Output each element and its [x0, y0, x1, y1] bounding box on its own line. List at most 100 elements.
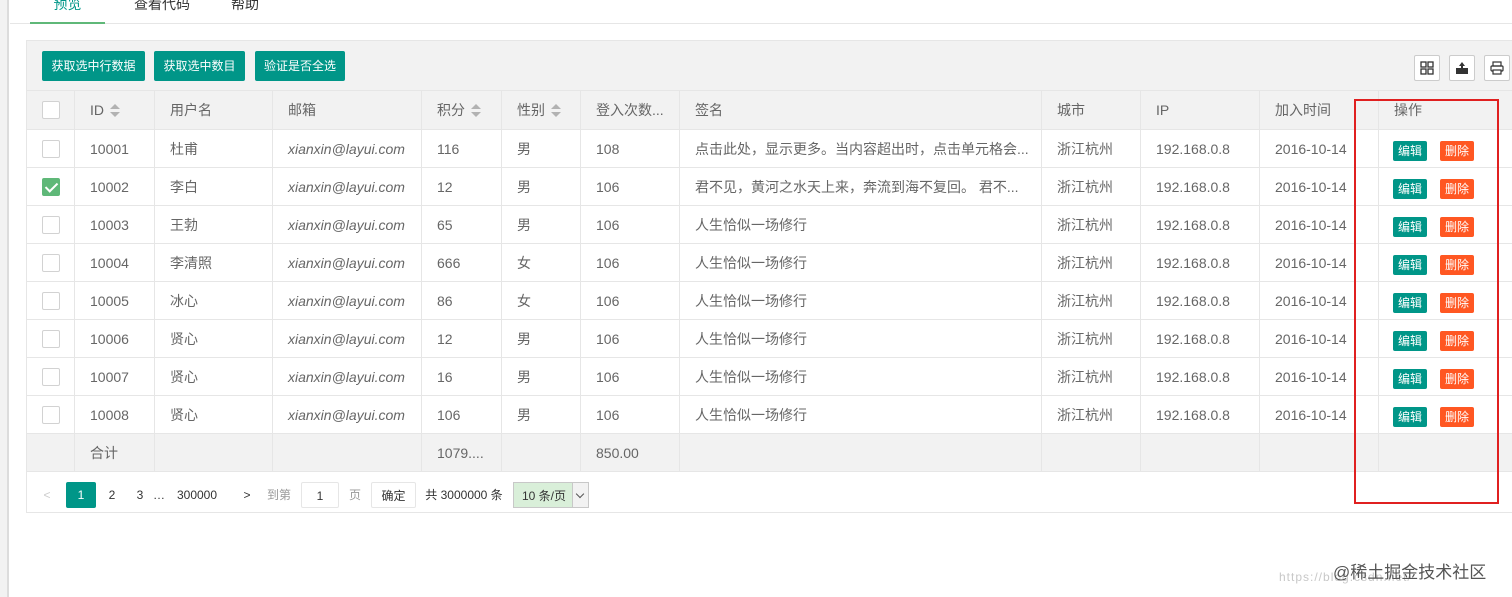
row-checkbox[interactable]	[42, 292, 60, 310]
cell-sex: 女	[502, 282, 581, 319]
header-sex-label: 性别	[517, 102, 545, 118]
goto-page-input[interactable]: 1	[301, 482, 339, 508]
cell-score: 16	[422, 358, 502, 395]
cell-id: 10001	[75, 130, 155, 167]
next-page-button[interactable]: >	[237, 482, 257, 508]
cell-sign[interactable]: 人生恰似一场修行	[680, 206, 1042, 243]
table-row[interactable]: 10005 冰心 xianxin@layui.com 86 女 106 人生恰似…	[27, 282, 1512, 320]
cell-logins: 108	[581, 130, 680, 167]
pagination: < 1 2 3 … 300000 > 到第 1 页 确定 共 3000000 条…	[27, 473, 1512, 513]
cell-score: 116	[422, 130, 502, 167]
header-email: 邮箱	[273, 91, 422, 129]
export-icon[interactable]	[1449, 55, 1475, 81]
cell-email: xianxin@layui.com	[273, 244, 422, 281]
cell-email: xianxin@layui.com	[273, 130, 422, 167]
header-id[interactable]: ID	[75, 91, 155, 129]
table-row[interactable]: 10008 贤心 xianxin@layui.com 106 男 106 人生恰…	[27, 396, 1512, 434]
header-logins: 登入次数...	[581, 91, 680, 129]
page-2-button[interactable]: 2	[101, 482, 123, 508]
goto-suffix-label: 页	[348, 488, 361, 502]
cell-sign[interactable]: 人生恰似一场修行	[680, 244, 1042, 281]
table-row[interactable]: 10003 王勃 xianxin@layui.com 65 男 106 人生恰似…	[27, 206, 1512, 244]
page-3-button[interactable]: 3	[129, 482, 151, 508]
cell-ip: 192.168.0.8	[1141, 282, 1260, 319]
cell-ip: 192.168.0.8	[1141, 396, 1260, 433]
cell-sign[interactable]: 君不见，黄河之水天上来，奔流到海不复回。 君不...	[680, 168, 1042, 205]
cell-username: 冰心	[155, 282, 273, 319]
total-logins: 850.00	[581, 434, 680, 471]
cell-city: 浙江杭州	[1042, 358, 1141, 395]
table-row[interactable]: 10004 李清照 xianxin@layui.com 666 女 106 人生…	[27, 244, 1512, 282]
cell-email: xianxin@layui.com	[273, 282, 422, 319]
page-size-select[interactable]: 10 条/页	[513, 482, 589, 508]
total-score: 1079....	[422, 434, 502, 471]
check-all-selected-button[interactable]: 验证是否全选	[255, 51, 345, 81]
header-username: 用户名	[155, 91, 273, 129]
get-selected-count-button[interactable]: 获取选中数目	[154, 51, 245, 81]
cell-logins: 106	[581, 282, 680, 319]
header-sign: 签名	[680, 91, 1042, 129]
select-all-checkbox[interactable]	[42, 101, 60, 119]
cell-sign[interactable]: 人生恰似一场修行	[680, 282, 1042, 319]
cell-logins: 106	[581, 206, 680, 243]
total-count-label: 共 3000000 条	[425, 488, 503, 502]
row-checkbox[interactable]	[42, 406, 60, 424]
tab-view-code[interactable]: 查看代码	[118, 0, 206, 24]
table-total-row: 合计 1079.... 850.00	[27, 434, 1512, 472]
row-checkbox[interactable]	[42, 254, 60, 272]
cell-email: xianxin@layui.com	[273, 168, 422, 205]
header-select-all[interactable]	[27, 91, 75, 129]
cell-id: 10006	[75, 320, 155, 357]
cell-sign[interactable]: 人生恰似一场修行	[680, 358, 1042, 395]
cell-id: 10007	[75, 358, 155, 395]
page-last-button[interactable]: 300000	[171, 482, 223, 508]
sort-icon[interactable]	[110, 104, 120, 118]
cell-sex: 男	[502, 320, 581, 357]
goto-confirm-button[interactable]: 确定	[371, 482, 416, 508]
cell-city: 浙江杭州	[1042, 396, 1141, 433]
cell-sign[interactable]: 人生恰似一场修行	[680, 320, 1042, 357]
left-edge	[0, 0, 9, 597]
cell-username: 李白	[155, 168, 273, 205]
cell-sign[interactable]: 点击此处，显示更多。当内容超出时，点击单元格会...	[680, 130, 1042, 167]
cell-city: 浙江杭州	[1042, 168, 1141, 205]
row-checkbox[interactable]	[42, 140, 60, 158]
sort-icon[interactable]	[471, 104, 481, 118]
goto-prefix-label: 到第	[266, 488, 291, 502]
table-row[interactable]: 10002 李白 xianxin@layui.com 12 男 106 君不见，…	[27, 168, 1512, 206]
cell-city: 浙江杭州	[1042, 282, 1141, 319]
cell-ip: 192.168.0.8	[1141, 168, 1260, 205]
cell-id: 10005	[75, 282, 155, 319]
cell-logins: 106	[581, 320, 680, 357]
sort-icon[interactable]	[551, 104, 561, 118]
page-1-button[interactable]: 1	[66, 482, 96, 508]
header-id-label: ID	[90, 102, 104, 118]
prev-page-button[interactable]: <	[37, 482, 57, 508]
row-checkbox-checked[interactable]	[42, 178, 60, 196]
print-icon[interactable]	[1484, 55, 1510, 81]
table-row[interactable]: 10007 贤心 xianxin@layui.com 16 男 106 人生恰似…	[27, 358, 1512, 396]
row-checkbox[interactable]	[42, 330, 60, 348]
tab-preview[interactable]: 预览	[30, 0, 105, 24]
cell-sign[interactable]: 人生恰似一场修行	[680, 396, 1042, 433]
columns-icon[interactable]	[1414, 55, 1440, 81]
header-score[interactable]: 积分	[422, 91, 502, 129]
cell-ip: 192.168.0.8	[1141, 130, 1260, 167]
get-selected-rows-button[interactable]: 获取选中行数据	[42, 51, 145, 81]
chevron-down-icon[interactable]	[572, 483, 588, 507]
table-toolbar: 获取选中行数据 获取选中数目 验证是否全选	[27, 41, 1512, 91]
cell-email: xianxin@layui.com	[273, 396, 422, 433]
cell-score: 12	[422, 320, 502, 357]
row-checkbox[interactable]	[42, 216, 60, 234]
cell-id: 10004	[75, 244, 155, 281]
table-row[interactable]: 10001 杜甫 xianxin@layui.com 116 男 108 点击此…	[27, 130, 1512, 168]
cell-ip: 192.168.0.8	[1141, 206, 1260, 243]
tab-help[interactable]: 帮助	[222, 0, 268, 24]
row-checkbox[interactable]	[42, 368, 60, 386]
cell-username: 杜甫	[155, 130, 273, 167]
cell-sex: 男	[502, 358, 581, 395]
cell-ip: 192.168.0.8	[1141, 358, 1260, 395]
cell-logins: 106	[581, 396, 680, 433]
header-sex[interactable]: 性别	[502, 91, 581, 129]
table-row[interactable]: 10006 贤心 xianxin@layui.com 12 男 106 人生恰似…	[27, 320, 1512, 358]
